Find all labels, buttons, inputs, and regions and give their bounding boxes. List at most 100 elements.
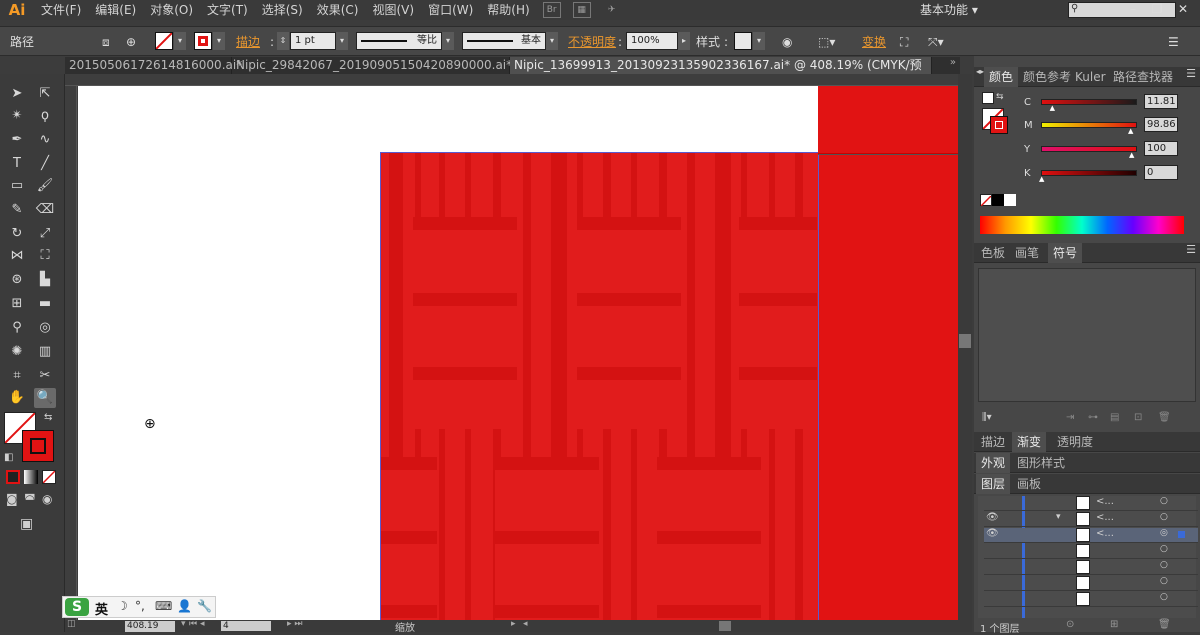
magenta-input[interactable]: 98.86 bbox=[1144, 117, 1178, 132]
selection-indicator[interactable] bbox=[1178, 531, 1185, 538]
cyan-slider[interactable]: ▲ bbox=[1041, 99, 1137, 112]
slider-thumb-icon[interactable]: ▲ bbox=[1050, 104, 1055, 112]
minimize-button[interactable]: – bbox=[1122, 0, 1144, 18]
tab-kuler[interactable]: Kuler bbox=[1070, 67, 1111, 87]
tab-symbols[interactable]: 符号 bbox=[1048, 243, 1083, 263]
line-tool-icon[interactable]: ╱ bbox=[34, 154, 56, 174]
artboard-tool-icon[interactable]: ⌗ bbox=[6, 366, 28, 386]
swap-colors-icon[interactable]: ⇆ bbox=[44, 412, 52, 423]
target-icon[interactable]: ○ bbox=[1160, 496, 1168, 506]
page-input[interactable]: 4 bbox=[221, 621, 271, 631]
tabs-overflow-icon[interactable]: » bbox=[950, 57, 956, 68]
stroke-swatch[interactable] bbox=[194, 32, 212, 50]
target-icon[interactable]: ○ bbox=[1160, 560, 1168, 570]
settings-wrench-icon[interactable]: 🔧 bbox=[197, 599, 212, 613]
brush-dropdown[interactable]: ▾ bbox=[546, 32, 558, 50]
width-tool-icon[interactable]: ⋈ bbox=[6, 246, 28, 266]
slider-thumb-icon[interactable]: ▲ bbox=[1039, 175, 1044, 183]
eraser-tool-icon[interactable]: ⌫ bbox=[34, 200, 56, 220]
selection-tool-icon[interactable]: ➤ bbox=[6, 84, 28, 104]
keyboard-icon[interactable]: ⌨ bbox=[155, 599, 172, 613]
panel-menu-icon[interactable]: ☰ bbox=[1186, 67, 1196, 80]
symbol-libraries-icon[interactable]: ⫼▾ bbox=[982, 412, 992, 423]
user-icon[interactable]: 👤 bbox=[177, 599, 192, 613]
stroke-weight-dropdown[interactable]: ▾ bbox=[336, 32, 348, 50]
menu-file[interactable]: 文件(F) bbox=[34, 0, 88, 20]
gradient-tool-icon[interactable]: ▬ bbox=[34, 294, 56, 314]
perspective-grid-tool-icon[interactable]: ▙ bbox=[34, 270, 56, 290]
tab-layers[interactable]: 图层 bbox=[976, 474, 1011, 494]
next-page-icon[interactable]: ▸ ⏭ bbox=[287, 619, 302, 629]
draw-inside-icon[interactable]: ◉ bbox=[42, 492, 52, 506]
tab-brushes[interactable]: 画笔 bbox=[1010, 243, 1044, 263]
white-swatch[interactable] bbox=[1004, 194, 1016, 206]
canvas-area[interactable]: ⊕ bbox=[78, 86, 958, 620]
menu-select[interactable]: 选择(S) bbox=[255, 0, 310, 20]
restore-button[interactable]: ❐ bbox=[1146, 0, 1168, 18]
sogou-logo-icon[interactable]: S bbox=[65, 598, 89, 616]
graphic-style-swatch[interactable] bbox=[734, 32, 752, 50]
tab-stroke[interactable]: 描边 bbox=[976, 432, 1010, 452]
opacity-dropdown[interactable]: ▸ bbox=[678, 32, 690, 50]
panel-collapse-icon[interactable]: ◂▸ bbox=[976, 67, 984, 76]
pencil-tool-icon[interactable]: ✎ bbox=[6, 200, 28, 220]
panel-menu-icon[interactable]: ☰ bbox=[1186, 243, 1196, 256]
eye-icon[interactable]: 👁 bbox=[986, 512, 999, 523]
horizontal-scroll-thumb[interactable] bbox=[719, 621, 731, 631]
slider-thumb-icon[interactable]: ▲ bbox=[1129, 151, 1134, 159]
tab-swatches[interactable]: 色板 bbox=[976, 243, 1010, 263]
color-mode-icon[interactable] bbox=[6, 470, 20, 484]
layer-row[interactable]: 👁 ▾ <... ○ bbox=[984, 512, 1198, 527]
red-weave-pattern[interactable] bbox=[380, 152, 818, 620]
screen-mode-icon[interactable]: ▣ bbox=[20, 516, 33, 532]
status-menu-icon[interactable]: ▸ bbox=[511, 619, 516, 629]
brush-definition[interactable]: 基本 bbox=[462, 32, 546, 50]
stroke-weight-input[interactable]: 1 pt bbox=[290, 32, 336, 50]
transform-options-icon[interactable]: ⤧▾ bbox=[928, 33, 944, 51]
mesh-tool-icon[interactable]: ⊞ bbox=[6, 294, 28, 314]
new-layer-icon[interactable]: ⊞ bbox=[1110, 619, 1118, 630]
gpu-performance-icon[interactable]: ✈ bbox=[603, 2, 621, 18]
layer-row[interactable]: ○ bbox=[984, 576, 1198, 591]
stroke-color-swatch[interactable] bbox=[22, 430, 54, 462]
none-mode-icon[interactable] bbox=[42, 470, 56, 484]
menu-help[interactable]: 帮助(H) bbox=[480, 0, 536, 20]
stroke-dropdown[interactable]: ▾ bbox=[213, 32, 225, 50]
menu-effect[interactable]: 效果(C) bbox=[310, 0, 366, 20]
default-colors-icon[interactable]: ◧ bbox=[4, 452, 13, 463]
magenta-slider[interactable]: ▲ bbox=[1041, 122, 1137, 135]
document-setup-icon[interactable]: ◉ bbox=[782, 33, 792, 51]
menu-window[interactable]: 窗口(W) bbox=[421, 0, 480, 20]
tab-color-guide[interactable]: 颜色参考 bbox=[1018, 67, 1076, 87]
menu-type[interactable]: 文字(T) bbox=[200, 0, 255, 20]
color-panel-stroke-swatch[interactable] bbox=[990, 116, 1008, 134]
tab-graphic-styles[interactable]: 图形样式 bbox=[1012, 453, 1070, 473]
shape-builder-tool-icon[interactable]: ⊛ bbox=[6, 270, 28, 290]
locate-object-icon[interactable]: ⊙ bbox=[1066, 619, 1074, 630]
blend-tool-icon[interactable]: ◎ bbox=[34, 318, 56, 338]
reference-point-icon[interactable]: ⛶ bbox=[900, 33, 908, 51]
cyan-input[interactable]: 11.81 bbox=[1144, 94, 1178, 109]
layer-row[interactable]: ○ bbox=[984, 560, 1198, 575]
stroke-label[interactable]: 描边 bbox=[236, 33, 260, 51]
eye-icon[interactable]: 👁 bbox=[986, 528, 999, 539]
target-icon[interactable]: ○ bbox=[1160, 544, 1168, 554]
isolate-icon[interactable]: ⧈ bbox=[102, 33, 110, 51]
break-link-icon[interactable]: ⊶ bbox=[1088, 412, 1098, 423]
column-graph-tool-icon[interactable]: ▥ bbox=[34, 342, 56, 362]
tab-document-3[interactable]: Nipic_13699913_20130923135902336167.ai* … bbox=[510, 57, 932, 89]
tab-transparency[interactable]: 透明度 bbox=[1052, 432, 1098, 452]
scale-tool-icon[interactable]: ⤢ bbox=[34, 224, 56, 244]
tab-document-1[interactable]: 20150506172614816000.ai* × bbox=[65, 57, 242, 89]
rectangle-tool-icon[interactable]: ▭ bbox=[6, 176, 28, 196]
black-swatch[interactable] bbox=[992, 194, 1004, 206]
magic-wand-tool-icon[interactable]: ✴ bbox=[6, 106, 28, 126]
style-dropdown[interactable]: ▾ bbox=[753, 32, 765, 50]
yellow-input[interactable]: 100 bbox=[1144, 141, 1178, 156]
yellow-slider[interactable]: ▲ bbox=[1041, 146, 1137, 159]
gradient-mode-icon[interactable] bbox=[24, 470, 38, 484]
delete-symbol-icon[interactable]: 🗑 bbox=[1158, 412, 1171, 423]
place-symbol-icon[interactable]: ⇥ bbox=[1066, 412, 1074, 423]
punctuation-icon[interactable]: °, bbox=[135, 599, 145, 613]
menu-object[interactable]: 对象(O) bbox=[143, 0, 200, 20]
